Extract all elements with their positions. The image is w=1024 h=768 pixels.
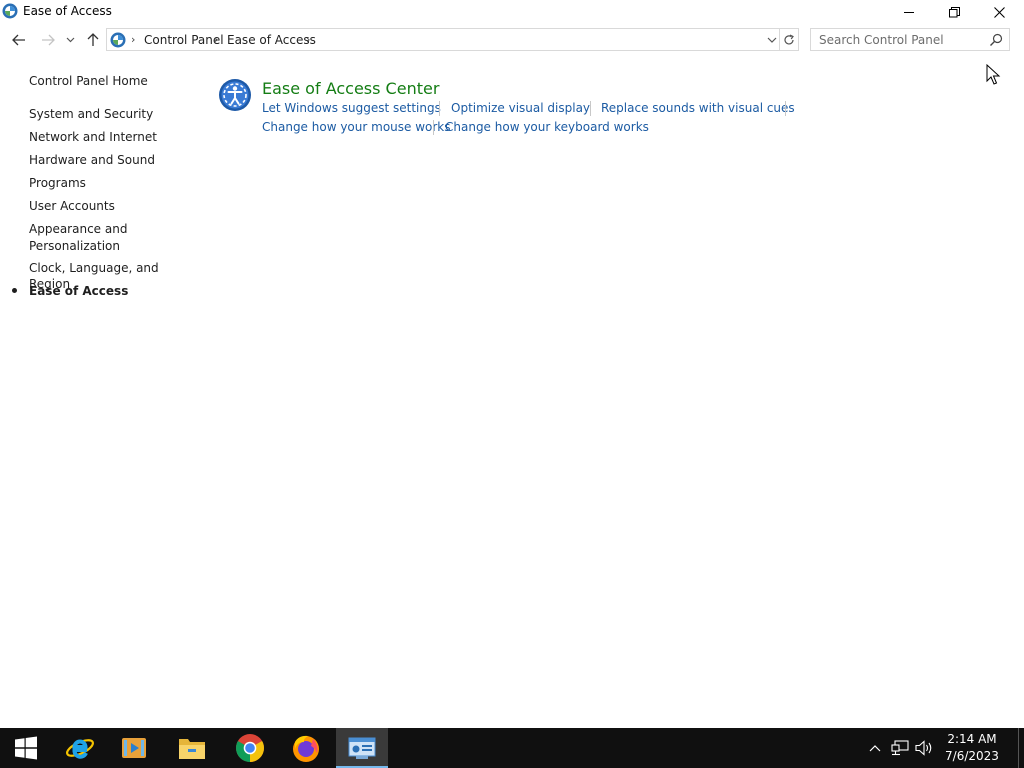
control-panel-icon: [348, 737, 376, 759]
file-explorer-icon: [179, 739, 205, 759]
network-tray-button[interactable]: [890, 728, 910, 768]
taskbar: 2:14 AM 7/6/2023: [0, 728, 1024, 768]
forward-button[interactable]: [37, 29, 59, 51]
ease-of-access-center-link[interactable]: Ease of Access Center: [262, 79, 439, 98]
sidebar-item-network-and-internet[interactable]: Network and Internet: [29, 129, 157, 145]
control-panel-icon: [2, 3, 18, 19]
ease-of-access-icon[interactable]: [218, 78, 252, 112]
back-button[interactable]: [8, 29, 30, 51]
show-hidden-icons-button[interactable]: [866, 728, 884, 768]
firefox-icon: [293, 735, 319, 762]
search-icon[interactable]: [989, 33, 1003, 47]
close-icon: [993, 6, 1005, 18]
mouse-cursor-icon: [986, 64, 1001, 85]
sidebar-item-control-panel-home[interactable]: Control Panel Home: [29, 73, 148, 89]
minimize-button[interactable]: [886, 0, 932, 24]
internet-explorer-icon: [66, 739, 94, 759]
breadcrumb-separator-icon[interactable]: ›: [131, 33, 135, 46]
link-divider: [439, 101, 440, 116]
address-bar[interactable]: › Control Panel › Ease of Access ›: [106, 28, 780, 51]
chevron-down-icon: [66, 37, 74, 43]
taskbar-control-panel[interactable]: [336, 728, 388, 768]
clock-date: 7/6/2023: [945, 749, 999, 763]
breadcrumb-separator-icon[interactable]: ›: [214, 33, 218, 46]
breadcrumb-control-panel[interactable]: Control Panel: [144, 33, 224, 47]
close-button[interactable]: [976, 0, 1022, 24]
clock-time: 2:14 AM: [947, 732, 997, 746]
let-windows-suggest-settings-link[interactable]: Let Windows suggest settings: [262, 101, 441, 115]
sidebar-item-appearance-and-personalization[interactable]: Appearance and Personalization: [29, 221, 139, 255]
optimize-visual-display-link[interactable]: Optimize visual display: [451, 101, 590, 115]
arrow-up-icon: [87, 33, 99, 46]
link-divider: [785, 101, 786, 116]
taskbar-media-player[interactable]: [108, 728, 160, 768]
refresh-icon: [784, 33, 794, 44]
sidebar-item-programs[interactable]: Programs: [29, 175, 86, 191]
network-icon: [891, 740, 909, 756]
restore-button[interactable]: [931, 0, 977, 24]
refresh-button[interactable]: [780, 28, 799, 51]
chrome-icon: [236, 734, 264, 762]
change-how-your-mouse-works-link[interactable]: Change how your mouse works: [262, 120, 451, 134]
arrow-left-icon: [12, 34, 25, 46]
minimize-icon: [903, 11, 914, 13]
navigation-bar: › Control Panel › Ease of Access › Searc…: [0, 26, 1024, 54]
link-divider: [433, 120, 434, 135]
taskbar-file-explorer[interactable]: [166, 728, 218, 768]
arrow-right-icon: [42, 34, 55, 46]
title-bar: Ease of Access: [0, 0, 1024, 24]
search-input[interactable]: Search Control Panel: [810, 28, 1010, 51]
volume-tray-button[interactable]: [914, 728, 934, 768]
taskbar-clock[interactable]: 2:14 AM 7/6/2023: [940, 731, 1004, 765]
volume-icon: [915, 740, 932, 756]
start-button[interactable]: [0, 728, 52, 768]
control-panel-icon: [110, 32, 126, 48]
sidebar-item-hardware-and-sound[interactable]: Hardware and Sound: [29, 152, 155, 168]
search-placeholder: Search Control Panel: [819, 33, 944, 47]
current-item-bullet: [12, 288, 17, 293]
link-divider: [590, 101, 591, 116]
chevron-down-icon[interactable]: [765, 33, 779, 47]
sidebar-item-user-accounts[interactable]: User Accounts: [29, 198, 115, 214]
up-button[interactable]: [82, 29, 104, 51]
taskbar-chrome[interactable]: [224, 728, 276, 768]
sidebar-item-system-and-security[interactable]: System and Security: [29, 106, 153, 122]
replace-sounds-with-visual-cues-link[interactable]: Replace sounds with visual cues: [601, 101, 795, 115]
change-how-your-keyboard-works-link[interactable]: Change how your keyboard works: [445, 120, 649, 134]
show-desktop-button[interactable]: [1018, 728, 1024, 768]
breadcrumb-ease-of-access[interactable]: Ease of Access: [227, 33, 316, 47]
breadcrumb-separator-icon[interactable]: ›: [306, 33, 310, 46]
sidebar-item-ease-of-access: Ease of Access: [29, 284, 129, 298]
chevron-up-icon: [869, 745, 881, 752]
restore-icon: [948, 6, 960, 17]
start-icon: [15, 736, 37, 760]
media-player-icon: [122, 738, 146, 758]
window-title: Ease of Access: [23, 4, 112, 18]
recent-locations-button[interactable]: [62, 29, 78, 51]
taskbar-internet-explorer[interactable]: [54, 728, 106, 768]
taskbar-firefox[interactable]: [280, 728, 332, 768]
